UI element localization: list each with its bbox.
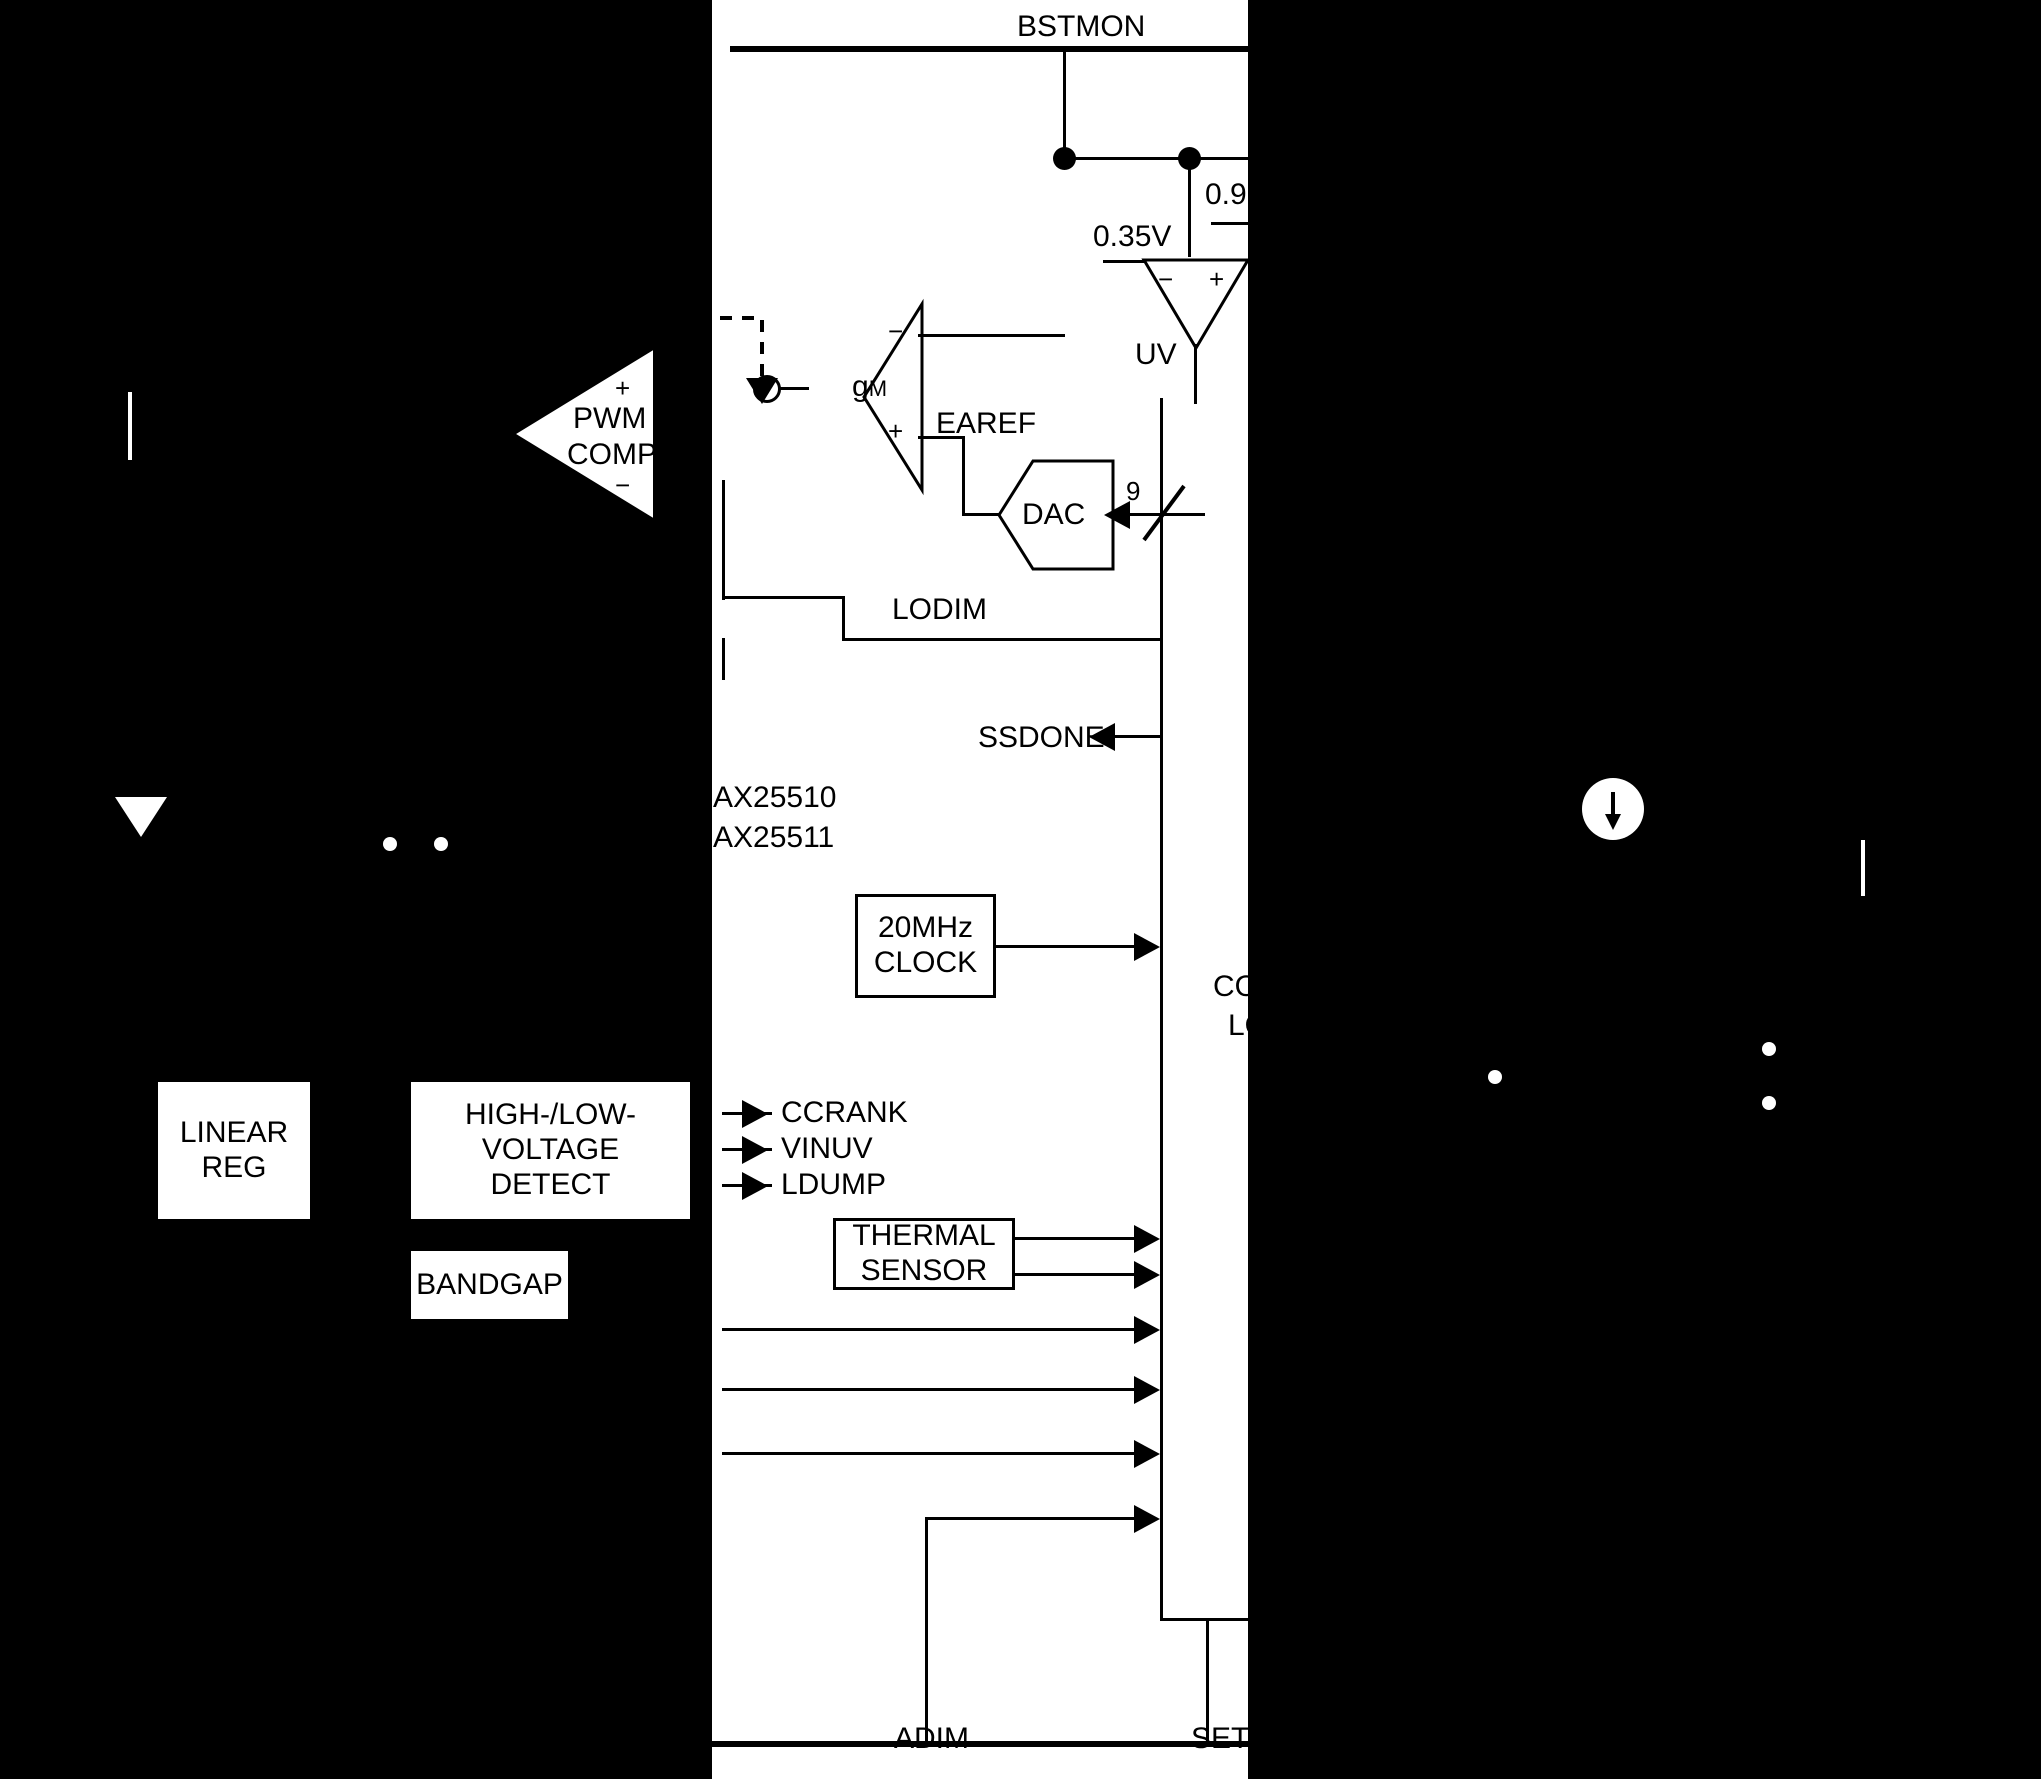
- ssdone-arrow: [1089, 723, 1115, 751]
- net-label-earef: EAREF: [936, 407, 1037, 440]
- uv-minus-sign: −: [1158, 264, 1174, 294]
- part-number-line1: AX25510: [713, 781, 837, 814]
- dac-bus-slash: [1142, 484, 1186, 542]
- lodim-wire-bottom: [842, 638, 1162, 641]
- gm-feedback-dashed-wire: [720, 316, 778, 404]
- bandgap-block: BANDGAP: [408, 1248, 571, 1322]
- gm-plus-sign: +: [888, 416, 904, 446]
- pwm-comp-label-line2: COMP: [567, 438, 657, 471]
- left-redaction-band: [0, 0, 712, 1779]
- gm-label: gM: [852, 372, 887, 402]
- artifact-dot-left-2: [434, 837, 448, 851]
- clock-output-wire: [996, 945, 1136, 948]
- thermal-output-wire-1: [1015, 1237, 1137, 1240]
- uv-comparator-label: UV: [1135, 338, 1177, 371]
- logic-input-wire-1: [722, 1328, 1137, 1331]
- artifact-dot-right-3: [1762, 1096, 1776, 1110]
- block-diagram-canvas: BSTMON 0.95V 0.35V − + UV gM − + EAREF D…: [0, 0, 2041, 1779]
- dac-label: DAC: [1022, 498, 1086, 531]
- ldump-arrow: [742, 1172, 768, 1200]
- pin-label-set: SET: [1191, 1722, 1250, 1755]
- clock-block: 20MHz CLOCK: [855, 894, 996, 998]
- dac-output-wire: [962, 513, 1000, 516]
- hlv-detect-label-line1: HIGH-/LOW-VOLTAGE: [464, 1098, 637, 1167]
- pin-label-adim: ADIM: [894, 1722, 969, 1755]
- net-label-ssdone: SSDONE: [978, 721, 1105, 754]
- lodim-left-stub-lower: [722, 638, 725, 680]
- artifact-tick-left: [128, 392, 132, 460]
- lodim-wire-top: [722, 596, 844, 599]
- bstmon-drop-wire: [1063, 46, 1066, 160]
- pwm-comparator-symbol: [516, 350, 653, 518]
- gm-output-wire: [779, 387, 809, 390]
- control-logic-bottom-edge: [1160, 1618, 1248, 1621]
- gm-minus-sign: −: [888, 316, 904, 346]
- node-dot-bstmon-sense: [1053, 147, 1076, 170]
- high-low-voltage-detect-block: HIGH-/LOW-VOLTAGE DETECT: [408, 1079, 693, 1222]
- control-logic-left-edge: [1160, 398, 1163, 1620]
- uv-plus-lead: [1188, 157, 1191, 257]
- thermal-output-arrow-1: [1134, 1225, 1160, 1253]
- logic-input-arrow-2: [1134, 1376, 1160, 1404]
- artifact-dot-left-1: [383, 837, 397, 851]
- gm-minus-input-wire: [918, 334, 1065, 337]
- dac-bus-width-label: 9: [1126, 476, 1141, 506]
- logic-input-wire-3: [722, 1452, 1137, 1455]
- uv-plus-sign: +: [1209, 264, 1225, 294]
- net-label-ccrank: CCRANK: [781, 1096, 908, 1129]
- thermal-output-wire-2: [1015, 1273, 1137, 1276]
- gm-label-subscript: M: [868, 376, 888, 401]
- linear-reg-label-line1: LINEAR: [179, 1115, 289, 1149]
- down-triangle-icon: [115, 797, 167, 837]
- thermal-label-line2: SENSOR: [860, 1254, 988, 1287]
- pwm-comp-minus-sign: −: [615, 470, 631, 500]
- part-number-line2: AX25511: [713, 821, 835, 854]
- net-label-vinuv: VINUV: [781, 1132, 873, 1165]
- artifact-tick-right: [1861, 840, 1865, 896]
- clock-output-arrow: [1134, 933, 1160, 961]
- top-pin-label-strip: [712, 0, 1248, 45]
- vinuv-arrow: [742, 1136, 768, 1164]
- logic-input-wire-2: [722, 1388, 1137, 1391]
- pwm-comp-label-line1: PWM: [573, 402, 647, 435]
- logic-input-arrow-3: [1134, 1440, 1160, 1468]
- earef-wire-h: [918, 436, 965, 439]
- thermal-label-line1: THERMAL: [852, 1219, 996, 1253]
- bottom-rail: [712, 1741, 1248, 1747]
- uv-output-wire: [1194, 344, 1197, 404]
- clock-label-line1: 20MHz: [877, 911, 974, 945]
- reference-label-035v: 0.35V: [1093, 220, 1172, 253]
- thermal-output-arrow-2: [1134, 1261, 1160, 1289]
- adim-feed-wire-v: [925, 1517, 928, 1742]
- logic-input-arrow-1: [1134, 1316, 1160, 1344]
- pwm-comp-plus-sign: +: [615, 373, 631, 403]
- bstmon-rail: [730, 46, 1248, 52]
- earef-wire-v: [962, 436, 965, 516]
- net-label-lodim: LODIM: [892, 593, 988, 626]
- lodim-left-stub-upper: [722, 480, 725, 600]
- ccrank-arrow: [742, 1100, 768, 1128]
- linear-reg-label-line2: REG: [201, 1150, 267, 1184]
- net-label-ldump: LDUMP: [781, 1168, 887, 1201]
- artifact-dot-right-1: [1488, 1070, 1502, 1084]
- bandgap-label-line1: BANDGAP: [416, 1267, 563, 1301]
- gm-label-main: g: [852, 370, 869, 403]
- lodim-wire-drop: [842, 596, 845, 640]
- down-arrow-circle-glyph: [1605, 792, 1621, 830]
- left-band-lower-filler: [694, 0, 712, 1779]
- adim-feed-arrow: [1134, 1505, 1160, 1533]
- uv-sense-rail: [1063, 157, 1248, 160]
- clock-label-line2: CLOCK: [873, 946, 978, 979]
- right-redaction-band: [1248, 0, 2041, 1779]
- linear-reg-block: LINEAR REG: [155, 1079, 313, 1222]
- adim-feed-wire-h: [925, 1517, 1137, 1520]
- artifact-dot-right-2: [1762, 1042, 1776, 1056]
- thermal-sensor-block: THERMAL SENSOR: [833, 1218, 1015, 1290]
- pin-label-bstmon: BSTMON: [1017, 10, 1146, 43]
- hlv-detect-label-line2: DETECT: [490, 1167, 611, 1201]
- ssdone-wire: [1115, 735, 1160, 738]
